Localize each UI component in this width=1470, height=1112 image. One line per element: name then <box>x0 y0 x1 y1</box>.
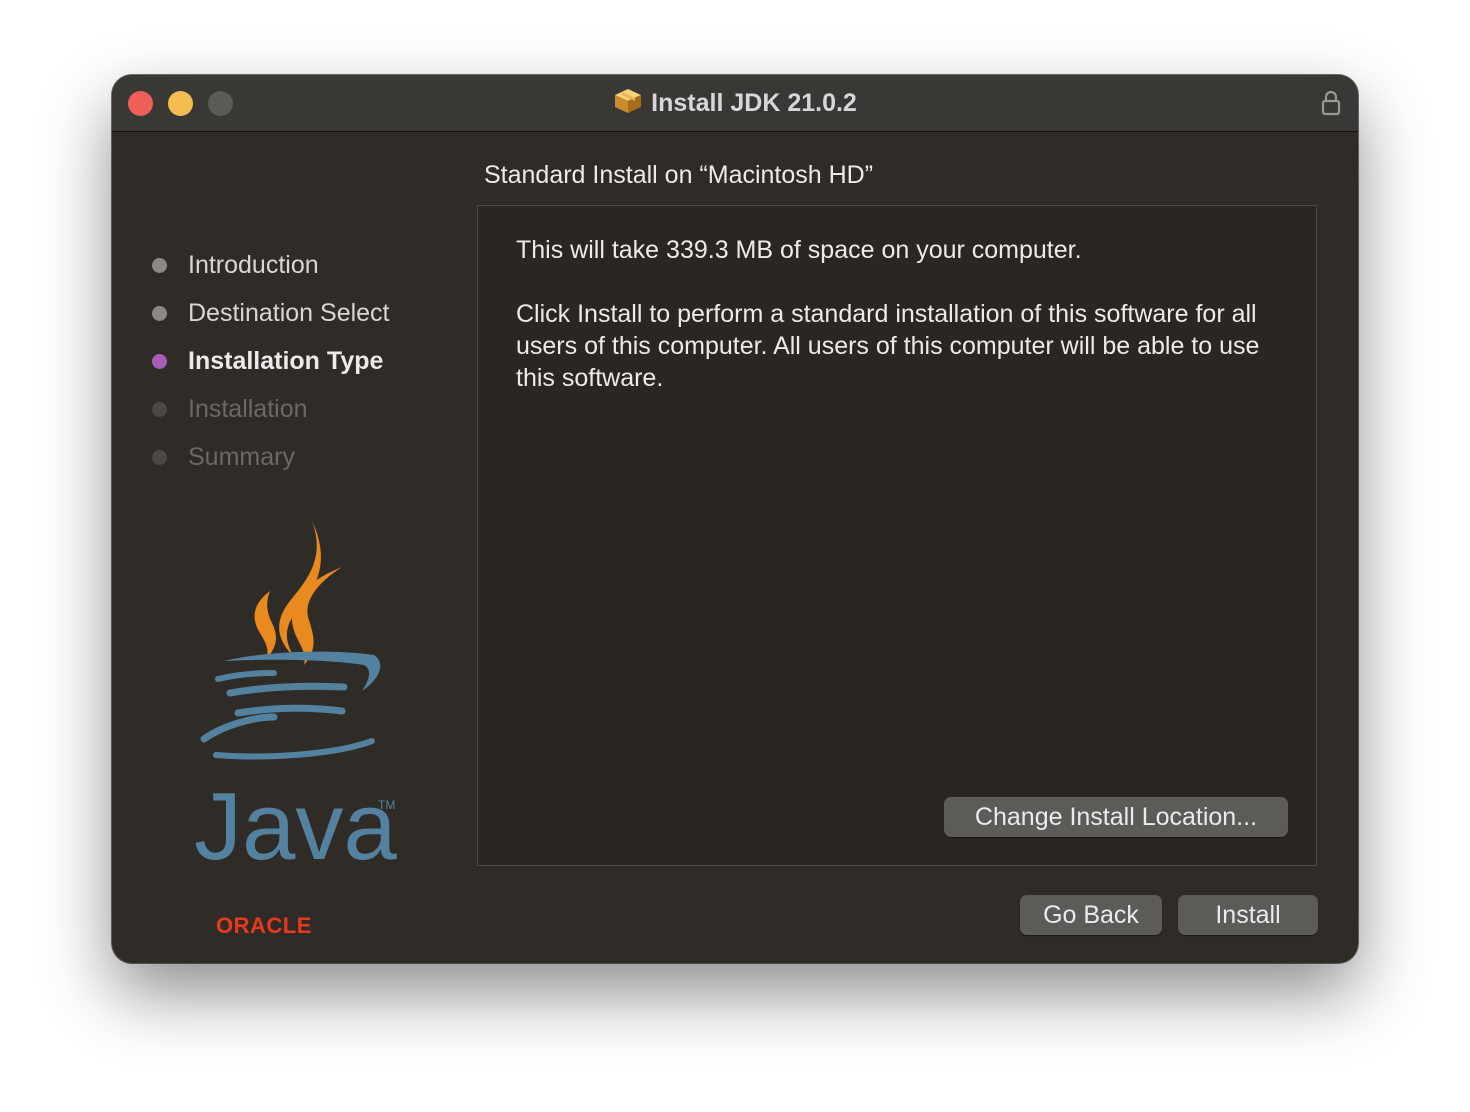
install-button[interactable]: Install <box>1178 895 1318 935</box>
page-subtitle: Standard Install on “Macintosh HD” <box>484 161 874 189</box>
step-installation: Installation <box>150 389 390 437</box>
package-icon <box>615 89 642 113</box>
title-bar[interactable]: Install JDK 21.0.2 <box>112 75 1358 132</box>
install-description: Click Install to perform a standard inst… <box>516 300 1260 392</box>
step-dot <box>152 450 167 465</box>
oracle-logo: ORACLE <box>216 913 312 937</box>
change-install-location-button[interactable]: Change Install Location... <box>944 797 1288 837</box>
step-installation-type: Installation Type <box>150 341 390 389</box>
window-title-text: Install JDK 21.0.2 <box>651 89 857 117</box>
java-logo: Java TM <box>194 521 397 879</box>
step-dot <box>152 258 167 273</box>
step-dot <box>152 306 167 321</box>
lock-icon <box>1321 90 1341 116</box>
step-summary: Summary <box>150 437 390 485</box>
installer-steps: Introduction Destination Select Installa… <box>150 245 390 485</box>
step-introduction: Introduction <box>150 245 390 293</box>
content-panel: This will take 339.3 MB of space on your… <box>477 205 1317 866</box>
step-label: Summary <box>188 443 295 471</box>
java-wordmark: Java <box>194 773 397 879</box>
step-dot <box>152 402 167 417</box>
step-label: Destination Select <box>188 299 390 327</box>
window-title: Install JDK 21.0.2 <box>112 87 1358 119</box>
step-dot-active <box>152 354 167 369</box>
java-trademark: TM <box>378 798 395 812</box>
step-label: Introduction <box>188 251 319 279</box>
installer-window: Install JDK 21.0.2 Standard Install on “… <box>112 75 1358 963</box>
space-notice: This will take 339.3 MB of space on your… <box>516 236 1082 264</box>
oracle-wordmark: ORACLE <box>216 913 312 937</box>
step-label: Installation <box>188 395 308 423</box>
step-label: Installation Type <box>188 347 384 375</box>
go-back-button[interactable]: Go Back <box>1020 895 1162 935</box>
step-destination-select: Destination Select <box>150 293 390 341</box>
